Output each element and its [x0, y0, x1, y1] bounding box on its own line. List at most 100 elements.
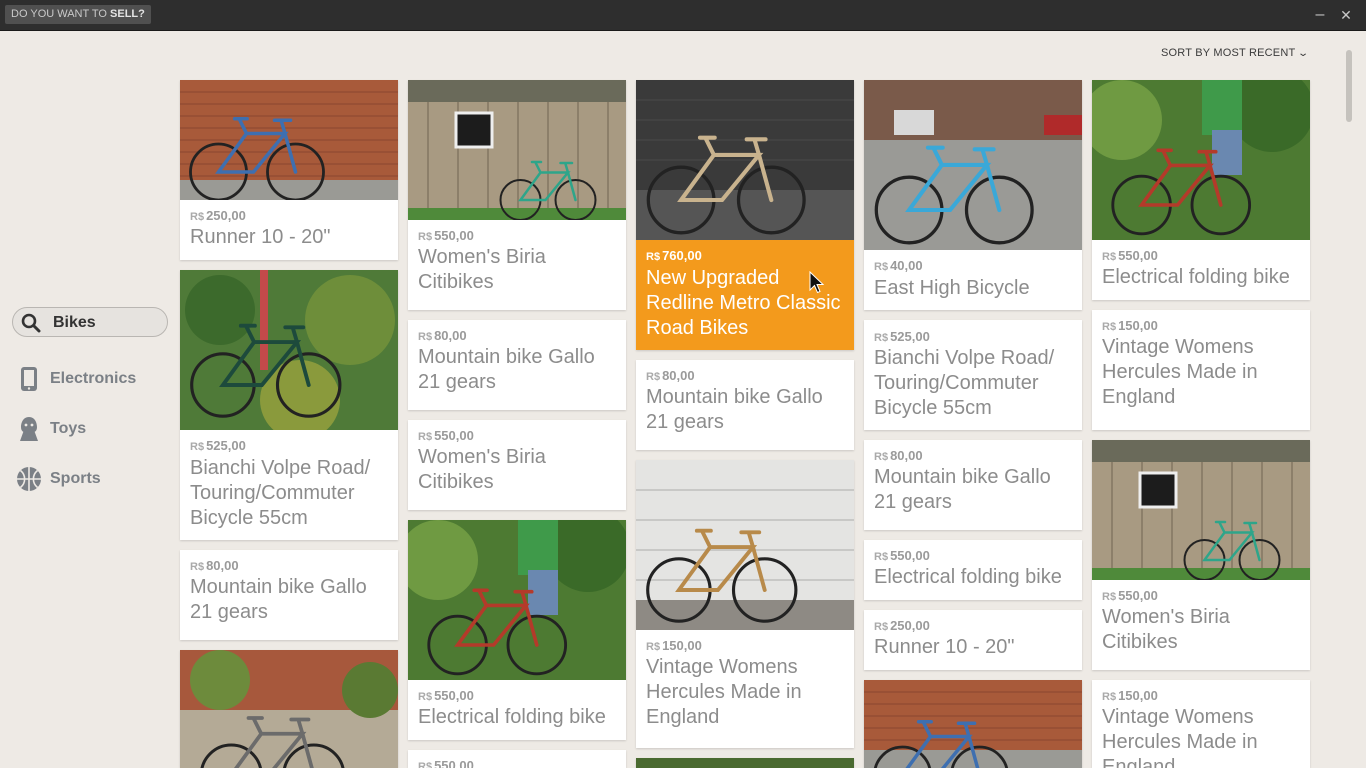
price-value: 40,00 [890, 258, 923, 273]
mouse-cursor-icon [809, 271, 825, 294]
price-value: 80,00 [434, 328, 467, 343]
price-currency: R$ [418, 761, 433, 768]
price-value: 550,00 [434, 688, 474, 703]
listing-photo [180, 80, 398, 200]
price-currency: R$ [874, 261, 889, 273]
listing-card[interactable]: R$ 550,00 Electrical folding bike [408, 520, 626, 740]
sell-button[interactable]: DO YOU WANT TO SELL? [5, 5, 151, 24]
sort-label: SORT BY MOST RECENT [1161, 47, 1296, 59]
minimize-button[interactable]: – [1310, 5, 1330, 25]
scrollbar-thumb[interactable] [1346, 50, 1352, 122]
scrollbar[interactable] [1345, 46, 1355, 768]
price-currency: R$ [874, 621, 889, 633]
price-currency: R$ [190, 561, 205, 573]
listing-card[interactable]: R$ 525,00 Bianchi Volpe Road/ Touring/Com… [864, 320, 1082, 430]
listing-title: Electrical folding bike [418, 706, 606, 728]
listing-photo [864, 680, 1082, 768]
price-value: 525,00 [890, 329, 930, 344]
price-value: 80,00 [890, 448, 923, 463]
price-currency: R$ [874, 451, 889, 463]
listing-card[interactable]: R$ 550,00 [408, 750, 626, 768]
listing-title: Electrical folding bike [1102, 266, 1290, 288]
listing-card[interactable]: R$ 150,00 Vintage Womens Hercules Made in… [1092, 310, 1310, 430]
listing-card[interactable]: R$ 550,00 Electrical folding bike [1092, 80, 1310, 300]
price-currency: R$ [418, 231, 433, 243]
category-toys[interactable]: Toys [16, 414, 166, 444]
price-value: 760,00 [662, 248, 702, 263]
price-currency: R$ [1102, 321, 1117, 333]
listing-photo [636, 80, 854, 240]
price-value: 550,00 [434, 228, 474, 243]
listing-card[interactable]: R$ 80,00 Mountain bike Gallo 21 gears [180, 550, 398, 640]
listing-title: Mountain bike Gallo 21 gears [874, 466, 1051, 513]
listing-title: Vintage Womens Hercules Made in England [646, 656, 802, 728]
close-button[interactable]: ✕ [1336, 5, 1356, 25]
price-value: 250,00 [206, 208, 246, 223]
chevron-down-icon: ⌄ [1297, 48, 1310, 59]
listing-card[interactable]: R$ 550,00 Electrical folding bike [864, 540, 1082, 600]
search-field[interactable]: Bikes [12, 307, 168, 337]
listing-photo [1092, 440, 1310, 580]
listing-title: East High Bicycle [874, 277, 1030, 299]
listing-title: Bianchi Volpe Road/ Touring/Commuter Bic… [874, 347, 1055, 419]
price-value: 550,00 [890, 548, 930, 563]
price-currency: R$ [874, 551, 889, 563]
phone-icon [21, 367, 37, 391]
price-value: 550,00 [1118, 248, 1158, 263]
listing-title: Bianchi Volpe Road/ Touring/Commuter Bic… [190, 457, 371, 529]
listing-title: Runner 10 - 20" [190, 226, 331, 248]
price-value: 80,00 [662, 368, 695, 383]
listing-title: Mountain bike Gallo 21 gears [418, 346, 595, 393]
sort-dropdown[interactable]: SORT BY MOST RECENT ⌄ [1161, 47, 1310, 59]
listing-card[interactable]: R$ 80,00 Mountain bike Gallo 21 gears [636, 360, 854, 450]
listing-photo [180, 650, 398, 768]
price-currency: R$ [418, 331, 433, 343]
listing-card[interactable]: R$ 40,00 East High Bicycle [864, 80, 1082, 310]
listing-card[interactable]: R$ 550,00 Women's Biria Citibikes [408, 420, 626, 510]
price-value: 150,00 [1118, 688, 1158, 703]
listing-card[interactable]: R$ 250,00 Runner 10 - 20" [864, 610, 1082, 670]
price-currency: R$ [190, 211, 205, 223]
category-sports[interactable]: Sports [16, 464, 166, 494]
listing-card[interactable]: R$ 80,00 Mountain bike Gallo 21 gears [864, 440, 1082, 530]
listing-card[interactable]: R$ 250,00 Runner 10 - 20" [180, 80, 398, 260]
search-icon [21, 313, 41, 333]
price-value: 250,00 [890, 618, 930, 633]
listing-title: Vintage Womens Hercules Made in England [1102, 336, 1258, 408]
price-value: 150,00 [662, 638, 702, 653]
price-currency: R$ [646, 371, 661, 383]
listing-card-highlighted[interactable]: R$ 760,00 New Upgraded Redline Metro Clas… [636, 80, 854, 350]
listing-card[interactable]: R$ 550,00 Women's Biria Citibikes [408, 80, 626, 310]
price-currency: R$ [646, 641, 661, 653]
listing-card[interactable]: R$ 80,00 Mountain bike Gallo 21 gears [408, 320, 626, 410]
listing-photo [636, 758, 854, 768]
listing-card[interactable] [864, 680, 1082, 768]
price-value: 80,00 [206, 558, 239, 573]
listing-title: Women's Biria Citibikes [418, 446, 546, 493]
listing-card[interactable]: R$ 525,00 Bianchi Volpe Road/ Touring/Com… [180, 270, 398, 540]
listing-photo [408, 80, 626, 220]
price-currency: R$ [874, 332, 889, 344]
listing-card[interactable] [636, 758, 854, 768]
listing-title: Mountain bike Gallo 21 gears [190, 576, 367, 623]
listing-title: Mountain bike Gallo 21 gears [646, 386, 823, 433]
price-value: 525,00 [206, 438, 246, 453]
listing-card[interactable]: R$ 550,00 Women's Biria Citibikes [1092, 440, 1310, 670]
listing-title: Vintage Womens Hercules Made in England [1102, 706, 1258, 768]
listing-photo [408, 520, 626, 680]
listing-card[interactable]: R$ 150,00 Vintage Womens Hercules Made in… [636, 460, 854, 748]
category-electronics[interactable]: Electronics [16, 364, 166, 394]
category-label: Toys [50, 420, 87, 437]
listing-card[interactable]: R$ 150,00 Vintage Womens Hercules Made in… [1092, 680, 1310, 768]
listing-card[interactable] [180, 650, 398, 768]
listing-title: Women's Biria Citibikes [418, 246, 546, 293]
ball-icon [17, 467, 41, 491]
price-currency: R$ [1102, 251, 1117, 263]
sell-button-text: DO YOU WANT TO [11, 8, 111, 20]
listing-photo [864, 80, 1082, 250]
price-currency: R$ [418, 431, 433, 443]
price-currency: R$ [1102, 691, 1117, 703]
search-text: Bikes [53, 314, 96, 331]
sell-button-strong: SELL? [110, 8, 145, 20]
listing-title: Women's Biria Citibikes [1102, 606, 1230, 653]
